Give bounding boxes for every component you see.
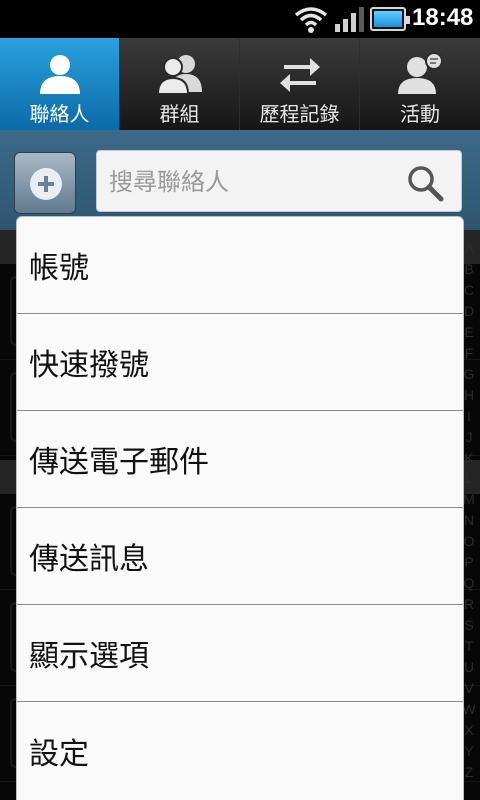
menu-item-accounts[interactable]: 帳號	[17, 217, 463, 314]
add-contact-button[interactable]	[14, 152, 76, 214]
tab-history[interactable]: 歷程記錄	[240, 38, 360, 130]
person-icon	[39, 55, 80, 94]
tab-contacts[interactable]: 聯絡人	[0, 38, 120, 130]
menu-item-speed-dial[interactable]: 快速撥號	[17, 314, 463, 411]
group-icon	[156, 55, 202, 94]
contacts-toolbar	[0, 130, 480, 230]
menu-item-settings[interactable]: 設定	[17, 702, 463, 799]
tab-bar: 聯絡人 群組 歷程記錄 活動	[0, 38, 480, 130]
menu-item-send-email[interactable]: 傳送電子郵件	[17, 411, 463, 508]
menu-item-label: 設定	[29, 736, 89, 772]
tab-label: 群組	[159, 102, 200, 126]
menu-item-label: 傳送訊息	[29, 542, 149, 577]
tab-label: 活動	[400, 102, 440, 126]
plus-icon	[30, 168, 62, 200]
menu-item-display-options[interactable]: 顯示選項	[17, 605, 463, 702]
signal-icon	[335, 7, 364, 32]
menu-item-label: 快速撥號	[29, 348, 149, 383]
search-input[interactable]	[109, 163, 389, 201]
search-box[interactable]	[96, 150, 462, 212]
status-bar: 18:48	[0, 0, 480, 38]
options-menu: 帳號 快速撥號 傳送電子郵件 傳送訊息 顯示選項 設定	[16, 216, 464, 800]
search-icon[interactable]	[405, 163, 445, 203]
tab-activities[interactable]: 活動	[360, 38, 480, 130]
battery-icon	[370, 7, 410, 31]
clock: 18:48	[412, 4, 474, 31]
tab-label: 歷程記錄	[259, 102, 340, 126]
person-chat-icon	[398, 52, 443, 94]
menu-item-label: 顯示選項	[29, 639, 149, 674]
wifi-icon	[294, 7, 328, 33]
menu-item-label: 帳號	[29, 251, 89, 286]
tab-groups[interactable]: 群組	[120, 38, 240, 130]
tab-label: 聯絡人	[29, 102, 90, 126]
menu-item-send-message[interactable]: 傳送訊息	[17, 508, 463, 605]
swap-arrows-icon	[279, 58, 320, 92]
menu-item-label: 傳送電子郵件	[29, 445, 209, 480]
